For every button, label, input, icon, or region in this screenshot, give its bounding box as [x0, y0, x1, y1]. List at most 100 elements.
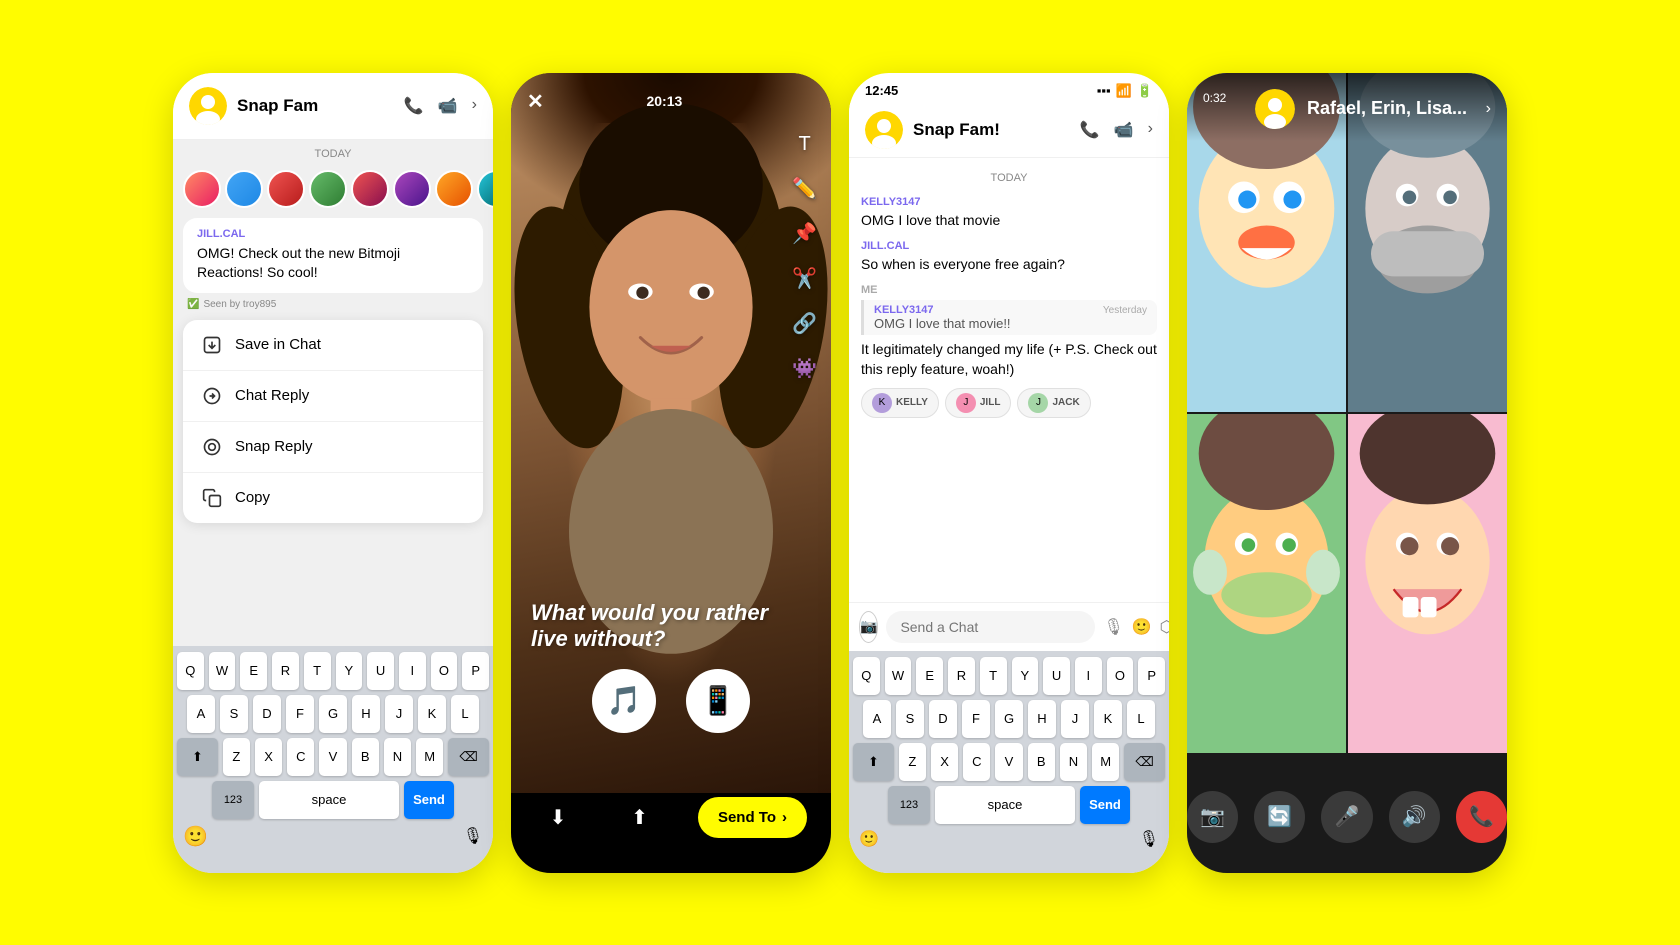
- p3-key-c[interactable]: C: [963, 743, 990, 781]
- p3-key-a[interactable]: A: [863, 700, 891, 738]
- key-r[interactable]: R: [272, 652, 299, 690]
- text-tool[interactable]: T: [792, 133, 817, 156]
- p3-key-m[interactable]: M: [1092, 743, 1119, 781]
- video-call-icon[interactable]: 📹: [1114, 120, 1134, 140]
- key-b[interactable]: B: [352, 738, 379, 776]
- camera-toggle-button[interactable]: 📷: [1187, 791, 1238, 843]
- key-s[interactable]: S: [220, 695, 248, 733]
- p3-key-123[interactable]: 123: [888, 786, 930, 824]
- face-tool[interactable]: 👾: [792, 356, 817, 381]
- snap-reply-option[interactable]: Snap Reply: [183, 422, 483, 473]
- snap-download-button[interactable]: ⬇: [535, 795, 581, 841]
- p3-key-delete[interactable]: ⌫: [1124, 743, 1165, 781]
- snap-send-to-button[interactable]: Send To ›: [698, 797, 807, 838]
- snap-close-button[interactable]: ✕: [527, 89, 544, 114]
- p3-key-o[interactable]: O: [1107, 657, 1134, 695]
- key-q[interactable]: Q: [177, 652, 204, 690]
- key-o[interactable]: O: [431, 652, 458, 690]
- p3-mic-button[interactable]: 🎙: [1139, 829, 1159, 849]
- snap-option-phone[interactable]: 📱: [686, 669, 750, 733]
- key-space[interactable]: space: [259, 781, 399, 819]
- mute-button[interactable]: 🎤: [1321, 791, 1372, 843]
- key-delete[interactable]: ⌫: [448, 738, 489, 776]
- key-a[interactable]: A: [187, 695, 215, 733]
- video-icon[interactable]: 📹: [438, 96, 458, 116]
- p3-key-p[interactable]: P: [1138, 657, 1165, 695]
- key-e[interactable]: E: [240, 652, 267, 690]
- sticker-tool[interactable]: 📌: [792, 221, 817, 246]
- snap-option-music[interactable]: 🎵: [592, 669, 656, 733]
- key-i[interactable]: I: [399, 652, 426, 690]
- emoji-input-icon[interactable]: 🙂: [1132, 617, 1152, 637]
- pencil-tool[interactable]: ✏️: [792, 176, 817, 201]
- p3-key-w[interactable]: W: [885, 657, 912, 695]
- p3-key-f[interactable]: F: [962, 700, 990, 738]
- p3-key-z[interactable]: Z: [899, 743, 926, 781]
- p3-key-i[interactable]: I: [1075, 657, 1102, 695]
- p3-key-j[interactable]: J: [1061, 700, 1089, 738]
- key-t[interactable]: T: [304, 652, 331, 690]
- key-k[interactable]: K: [418, 695, 446, 733]
- p3-key-t[interactable]: T: [980, 657, 1007, 695]
- p3-key-e[interactable]: E: [916, 657, 943, 695]
- p3-key-y[interactable]: Y: [1012, 657, 1039, 695]
- save-in-chat-option[interactable]: Save in Chat: [183, 320, 483, 371]
- snap-share-button[interactable]: ⬆: [616, 795, 662, 841]
- key-shift[interactable]: ⬆: [177, 738, 218, 776]
- key-d[interactable]: D: [253, 695, 281, 733]
- key-123[interactable]: 123: [212, 781, 254, 819]
- key-x[interactable]: X: [255, 738, 282, 776]
- p3-key-v[interactable]: V: [995, 743, 1022, 781]
- emoji-button[interactable]: 🙂: [183, 824, 208, 849]
- key-l[interactable]: L: [451, 695, 479, 733]
- more-icon[interactable]: ›: [1148, 120, 1153, 140]
- speaker-button[interactable]: 🔊: [1389, 791, 1440, 843]
- key-g[interactable]: G: [319, 695, 347, 733]
- p3-key-shift[interactable]: ⬆: [853, 743, 894, 781]
- p3-key-l[interactable]: L: [1127, 700, 1155, 738]
- link-tool[interactable]: 🔗: [792, 311, 817, 336]
- reaction-kelly[interactable]: K KELLY: [861, 388, 939, 418]
- p3-key-space[interactable]: space: [935, 786, 1075, 824]
- key-y[interactable]: Y: [336, 652, 363, 690]
- p3-key-k[interactable]: K: [1094, 700, 1122, 738]
- key-w[interactable]: W: [209, 652, 236, 690]
- key-p[interactable]: P: [462, 652, 489, 690]
- p3-key-d[interactable]: D: [929, 700, 957, 738]
- p3-key-q[interactable]: Q: [853, 657, 880, 695]
- p3-key-x[interactable]: X: [931, 743, 958, 781]
- mic-button[interactable]: 🎙: [463, 826, 483, 846]
- phone-icon[interactable]: 📞: [404, 96, 424, 116]
- chat-reply-option[interactable]: Chat Reply: [183, 371, 483, 422]
- camera-button[interactable]: 📷: [859, 611, 878, 643]
- end-call-button[interactable]: 📞: [1456, 791, 1507, 843]
- mic-input-icon[interactable]: 🎙: [1103, 617, 1123, 637]
- p3-emoji-button[interactable]: 🙂: [859, 829, 879, 849]
- key-n[interactable]: N: [384, 738, 411, 776]
- call-icon[interactable]: 📞: [1080, 120, 1100, 140]
- key-f[interactable]: F: [286, 695, 314, 733]
- chevron-right-icon[interactable]: ›: [472, 96, 477, 116]
- copy-option[interactable]: Copy: [183, 473, 483, 523]
- scissors-tool[interactable]: ✂️: [792, 266, 817, 291]
- key-h[interactable]: H: [352, 695, 380, 733]
- p3-key-u[interactable]: U: [1043, 657, 1070, 695]
- p3-key-h[interactable]: H: [1028, 700, 1056, 738]
- key-u[interactable]: U: [367, 652, 394, 690]
- key-send[interactable]: Send: [404, 781, 454, 819]
- reaction-jill[interactable]: J JILL: [945, 388, 1012, 418]
- p3-key-n[interactable]: N: [1060, 743, 1087, 781]
- key-m[interactable]: M: [416, 738, 443, 776]
- p3-key-r[interactable]: R: [948, 657, 975, 695]
- p3-key-g[interactable]: G: [995, 700, 1023, 738]
- flip-camera-button[interactable]: 🔄: [1254, 791, 1305, 843]
- p3-key-s[interactable]: S: [896, 700, 924, 738]
- reaction-jack[interactable]: J JACK: [1017, 388, 1090, 418]
- p3-key-b[interactable]: B: [1028, 743, 1055, 781]
- key-z[interactable]: Z: [223, 738, 250, 776]
- call-chevron-icon[interactable]: ›: [1486, 100, 1491, 118]
- bitmoji-input-icon[interactable]: ⬡: [1160, 617, 1169, 637]
- p3-key-send[interactable]: Send: [1080, 786, 1130, 824]
- key-c[interactable]: C: [287, 738, 314, 776]
- key-j[interactable]: J: [385, 695, 413, 733]
